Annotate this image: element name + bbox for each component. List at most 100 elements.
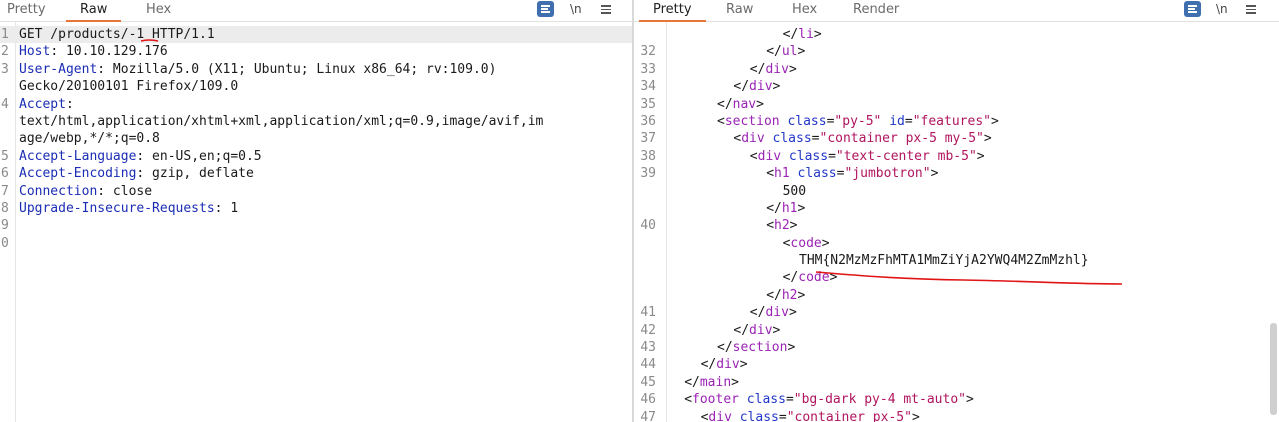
- code-line: 2 Host: 10.10.129.176: [0, 43, 632, 60]
- code-token: =: [811, 131, 820, 147]
- code-token: "text-center mb-5": [835, 148, 977, 164]
- code-line: 36 <section class="py-5" id="features">: [634, 113, 1279, 130]
- code-token: >: [797, 44, 806, 60]
- line-number: 0: [1, 235, 9, 251]
- code-token: h2: [781, 287, 798, 303]
- code-token: h1: [774, 166, 790, 182]
- code-line: 1 GET /products/-1 HTTP/1.1: [0, 26, 632, 44]
- code-token: >: [787, 340, 796, 356]
- code-line: 46 <footer class="bg-dark py-4 mt-auto">: [634, 391, 1279, 408]
- response-wrap-icon[interactable]: [1184, 1, 1201, 17]
- code-line: 41 </div>: [634, 304, 1279, 321]
- code-token: >: [739, 357, 748, 373]
- code-token: "container px-5": [786, 409, 912, 422]
- line-text: GET /products/-1 HTTP/1.1: [19, 26, 215, 43]
- code-token: =: [785, 392, 794, 408]
- line-text: <h2>: [766, 217, 797, 234]
- code-token: >: [788, 61, 797, 77]
- line-text: Accept:: [19, 96, 74, 113]
- request-editor[interactable]: 1 GET /products/-1 HTTP/1.1 2 Host: 10.10.1…: [0, 26, 632, 252]
- line-number: 36: [640, 113, 656, 129]
- code-token: >: [990, 113, 999, 129]
- code-token: <: [766, 166, 775, 182]
- code-token: footer: [692, 392, 739, 408]
- code-line: 500: [634, 183, 1279, 200]
- response-tab-hex[interactable]: Hex: [792, 0, 817, 22]
- code-line: 7 Connection: close: [0, 183, 632, 200]
- code-token: >: [772, 322, 781, 338]
- code-token: div: [765, 305, 789, 321]
- line-number: 2: [1, 44, 9, 60]
- code-token: </: [700, 357, 717, 373]
- code-token: : 10.10.129.176: [50, 44, 168, 60]
- code-token: : 1: [214, 200, 239, 216]
- line-text: <code>: [783, 235, 830, 252]
- code-token: "features": [912, 113, 991, 129]
- code-line: 9: [0, 217, 632, 234]
- code-token: li: [798, 27, 814, 42]
- code-line: 37 <div class="container px-5 my-5">: [634, 130, 1279, 147]
- request-tab-pretty[interactable]: Pretty: [7, 0, 46, 22]
- code-token: Accept-Encoding: [19, 166, 137, 182]
- code-token: >: [789, 218, 798, 234]
- line-text: Accept-Language: en-US,en;q=0.5: [19, 148, 262, 165]
- line-text: </section>: [717, 339, 795, 356]
- code-token: <: [684, 392, 693, 408]
- response-tab-raw[interactable]: Raw: [726, 0, 753, 22]
- code-token: >: [731, 374, 739, 390]
- code-line: 43 </section>: [634, 339, 1279, 356]
- code-line: 44 </div>: [634, 356, 1279, 373]
- response-tab-pretty[interactable]: Pretty: [639, 0, 705, 22]
- request-newline-toggle[interactable]: \n: [570, 0, 582, 20]
- code-token: >: [983, 131, 992, 147]
- code-token: >: [797, 200, 806, 216]
- line-number: 41: [640, 305, 656, 321]
- line-text: <div class="text-center mb-5">: [750, 148, 985, 165]
- code-token: >: [797, 287, 806, 303]
- line-text: <footer class="bg-dark py-4 mt-auto">: [684, 391, 974, 408]
- code-token: </: [684, 374, 700, 390]
- code-line: <code>: [634, 235, 1279, 252]
- code-token: class: [781, 148, 829, 164]
- code-token: </: [766, 44, 782, 60]
- line-number: 47: [640, 409, 656, 422]
- code-token: </: [782, 270, 799, 286]
- code-token: </: [749, 61, 766, 77]
- request-wrap-icon[interactable]: [537, 1, 554, 17]
- code-line: 40 <h2>: [634, 217, 1279, 234]
- line-text: <section class="py-5" id="features">: [717, 113, 999, 130]
- code-line: 38 <div class="text-center mb-5">: [634, 148, 1279, 165]
- code-token: <: [717, 113, 725, 129]
- request-menu-icon[interactable]: [601, 4, 611, 14]
- code-token: Host: [19, 44, 51, 60]
- code-token: >: [976, 148, 985, 164]
- code-token: >: [965, 392, 974, 408]
- response-scrollbar[interactable]: [1270, 323, 1277, 415]
- code-token: </: [733, 322, 750, 338]
- line-number: 34: [640, 79, 656, 95]
- code-token: </: [749, 305, 766, 321]
- request-tab-raw[interactable]: Raw: [65, 0, 122, 22]
- line-text: text/html,application/xhtml+xml,applicat…: [19, 113, 543, 130]
- response-editor[interactable]: </li> 32 </ul> 33 </div> 34 </div> 35 </nav> 36 <s…: [634, 26, 1279, 422]
- code-token: age/webp,*/*;q=0.8: [19, 131, 160, 147]
- code-token: class: [789, 166, 837, 182]
- code-line: </h1>: [634, 200, 1279, 217]
- line-text: </div>: [733, 322, 780, 339]
- response-menu-icon[interactable]: [1246, 4, 1256, 14]
- line-number: 5: [1, 148, 9, 164]
- line-text: </div>: [750, 61, 797, 78]
- response-newline-toggle[interactable]: \n: [1216, 0, 1228, 20]
- code-token: class: [764, 131, 812, 147]
- line-number: 39: [640, 166, 656, 182]
- code-token: code: [790, 235, 822, 251]
- line-number: 7: [1, 183, 9, 199]
- code-token: div: [716, 357, 740, 373]
- line-text: </div>: [701, 356, 748, 373]
- code-token: ul: [781, 44, 798, 60]
- code-line: 8 Upgrade-Insecure-Requests: 1: [0, 200, 632, 217]
- request-tab-hex[interactable]: Hex: [146, 0, 171, 22]
- code-token: div: [757, 148, 782, 164]
- code-line: 34 </div>: [634, 78, 1279, 95]
- response-tab-render[interactable]: Render: [853, 0, 899, 22]
